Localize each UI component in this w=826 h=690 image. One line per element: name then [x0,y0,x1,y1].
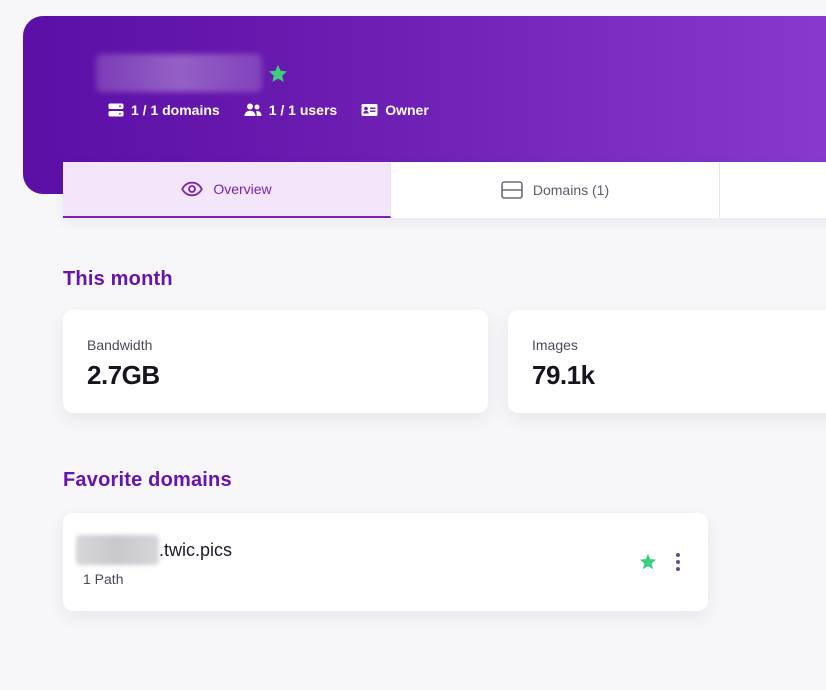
domain-subdomain: subdomain [76,535,159,565]
users-count: 1 / 1 users [244,102,338,118]
favorite-star-icon[interactable] [638,552,658,572]
eye-icon [181,181,204,197]
this-month-title: This month [63,268,173,290]
favorite-star-icon[interactable] [267,63,289,85]
tab-bar: Overview Domains (1) [63,162,826,218]
bandwidth-value: 2.7GB [87,360,160,390]
organization-meta: 1 / 1 domains 1 / 1 users Owner [108,102,429,118]
domain-suffix: .twic.pics [159,540,233,560]
page: organization 1 / 1 domains 1 / 1 users [0,0,826,690]
images-label: Images [532,337,578,353]
bandwidth-card: Bandwidth 2.7GB [63,310,488,413]
favorite-domains-title: Favorite domains [63,469,232,491]
images-card: Images 79.1k [508,310,826,413]
bandwidth-label: Bandwidth [87,337,153,353]
domains-count: 1 / 1 domains [108,102,220,118]
tab-overview-label: Overview [213,181,272,197]
tab-domains-label: Domains (1) [532,182,610,198]
domains-count-label: 1 / 1 domains [131,102,220,118]
tab-domains[interactable]: Domains (1) [391,162,720,218]
images-value: 79.1k [532,360,595,390]
tab-overview[interactable]: Overview [63,162,391,218]
role: Owner [361,102,429,118]
role-label: Owner [385,102,429,118]
server-icon [108,103,124,117]
more-options-icon[interactable] [669,551,687,573]
server-icon [501,181,523,199]
domain-path-count: 1 Path [83,571,124,587]
id-card-icon [361,104,378,116]
users-icon [244,103,262,116]
favorite-domain-card[interactable]: subdomain .twic.pics 1 Path [63,513,708,611]
organization-name: organization [96,54,262,92]
users-count-label: 1 / 1 users [268,102,338,118]
tab-next[interactable] [720,162,826,218]
